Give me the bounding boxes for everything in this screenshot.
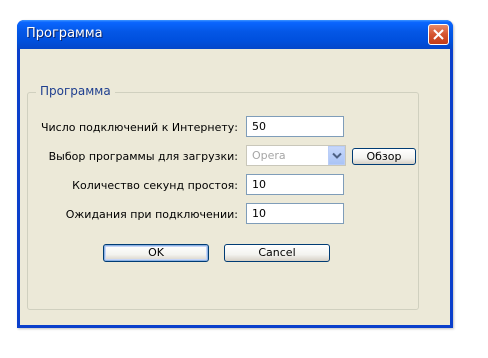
idle-seconds-label: Количество секунд простоя: [72, 179, 238, 192]
dialog-window: Программа Программа Число подключений к … [17, 20, 453, 328]
connections-label: Число подключений к Интернету: [40, 121, 238, 134]
program-select[interactable]: Opera [246, 145, 346, 166]
dialog-body: Программа Число подключений к Интернету:… [20, 49, 450, 325]
title-bar[interactable]: Программа [17, 20, 453, 49]
program-groupbox: Программа Число подключений к Интернету:… [27, 84, 419, 310]
close-button[interactable] [428, 24, 449, 45]
close-icon [433, 29, 444, 40]
program-label: Выбор программы для загрузки: [48, 150, 238, 163]
cancel-button[interactable]: Cancel [224, 244, 330, 262]
browse-button[interactable]: Обзор [352, 148, 416, 165]
wait-on-connect-input[interactable]: 10 [246, 203, 344, 224]
idle-seconds-input[interactable]: 10 [246, 174, 344, 195]
connections-input[interactable]: 50 [246, 116, 344, 137]
group-legend: Программа [36, 84, 115, 98]
ok-button[interactable]: OK [103, 244, 209, 262]
chevron-down-icon [332, 152, 342, 159]
window-title: Программа [26, 26, 103, 41]
program-select-arrow[interactable] [328, 146, 345, 165]
program-select-value: Opera [252, 149, 286, 162]
wait-on-connect-label: Ожидания при подключении: [65, 208, 238, 221]
